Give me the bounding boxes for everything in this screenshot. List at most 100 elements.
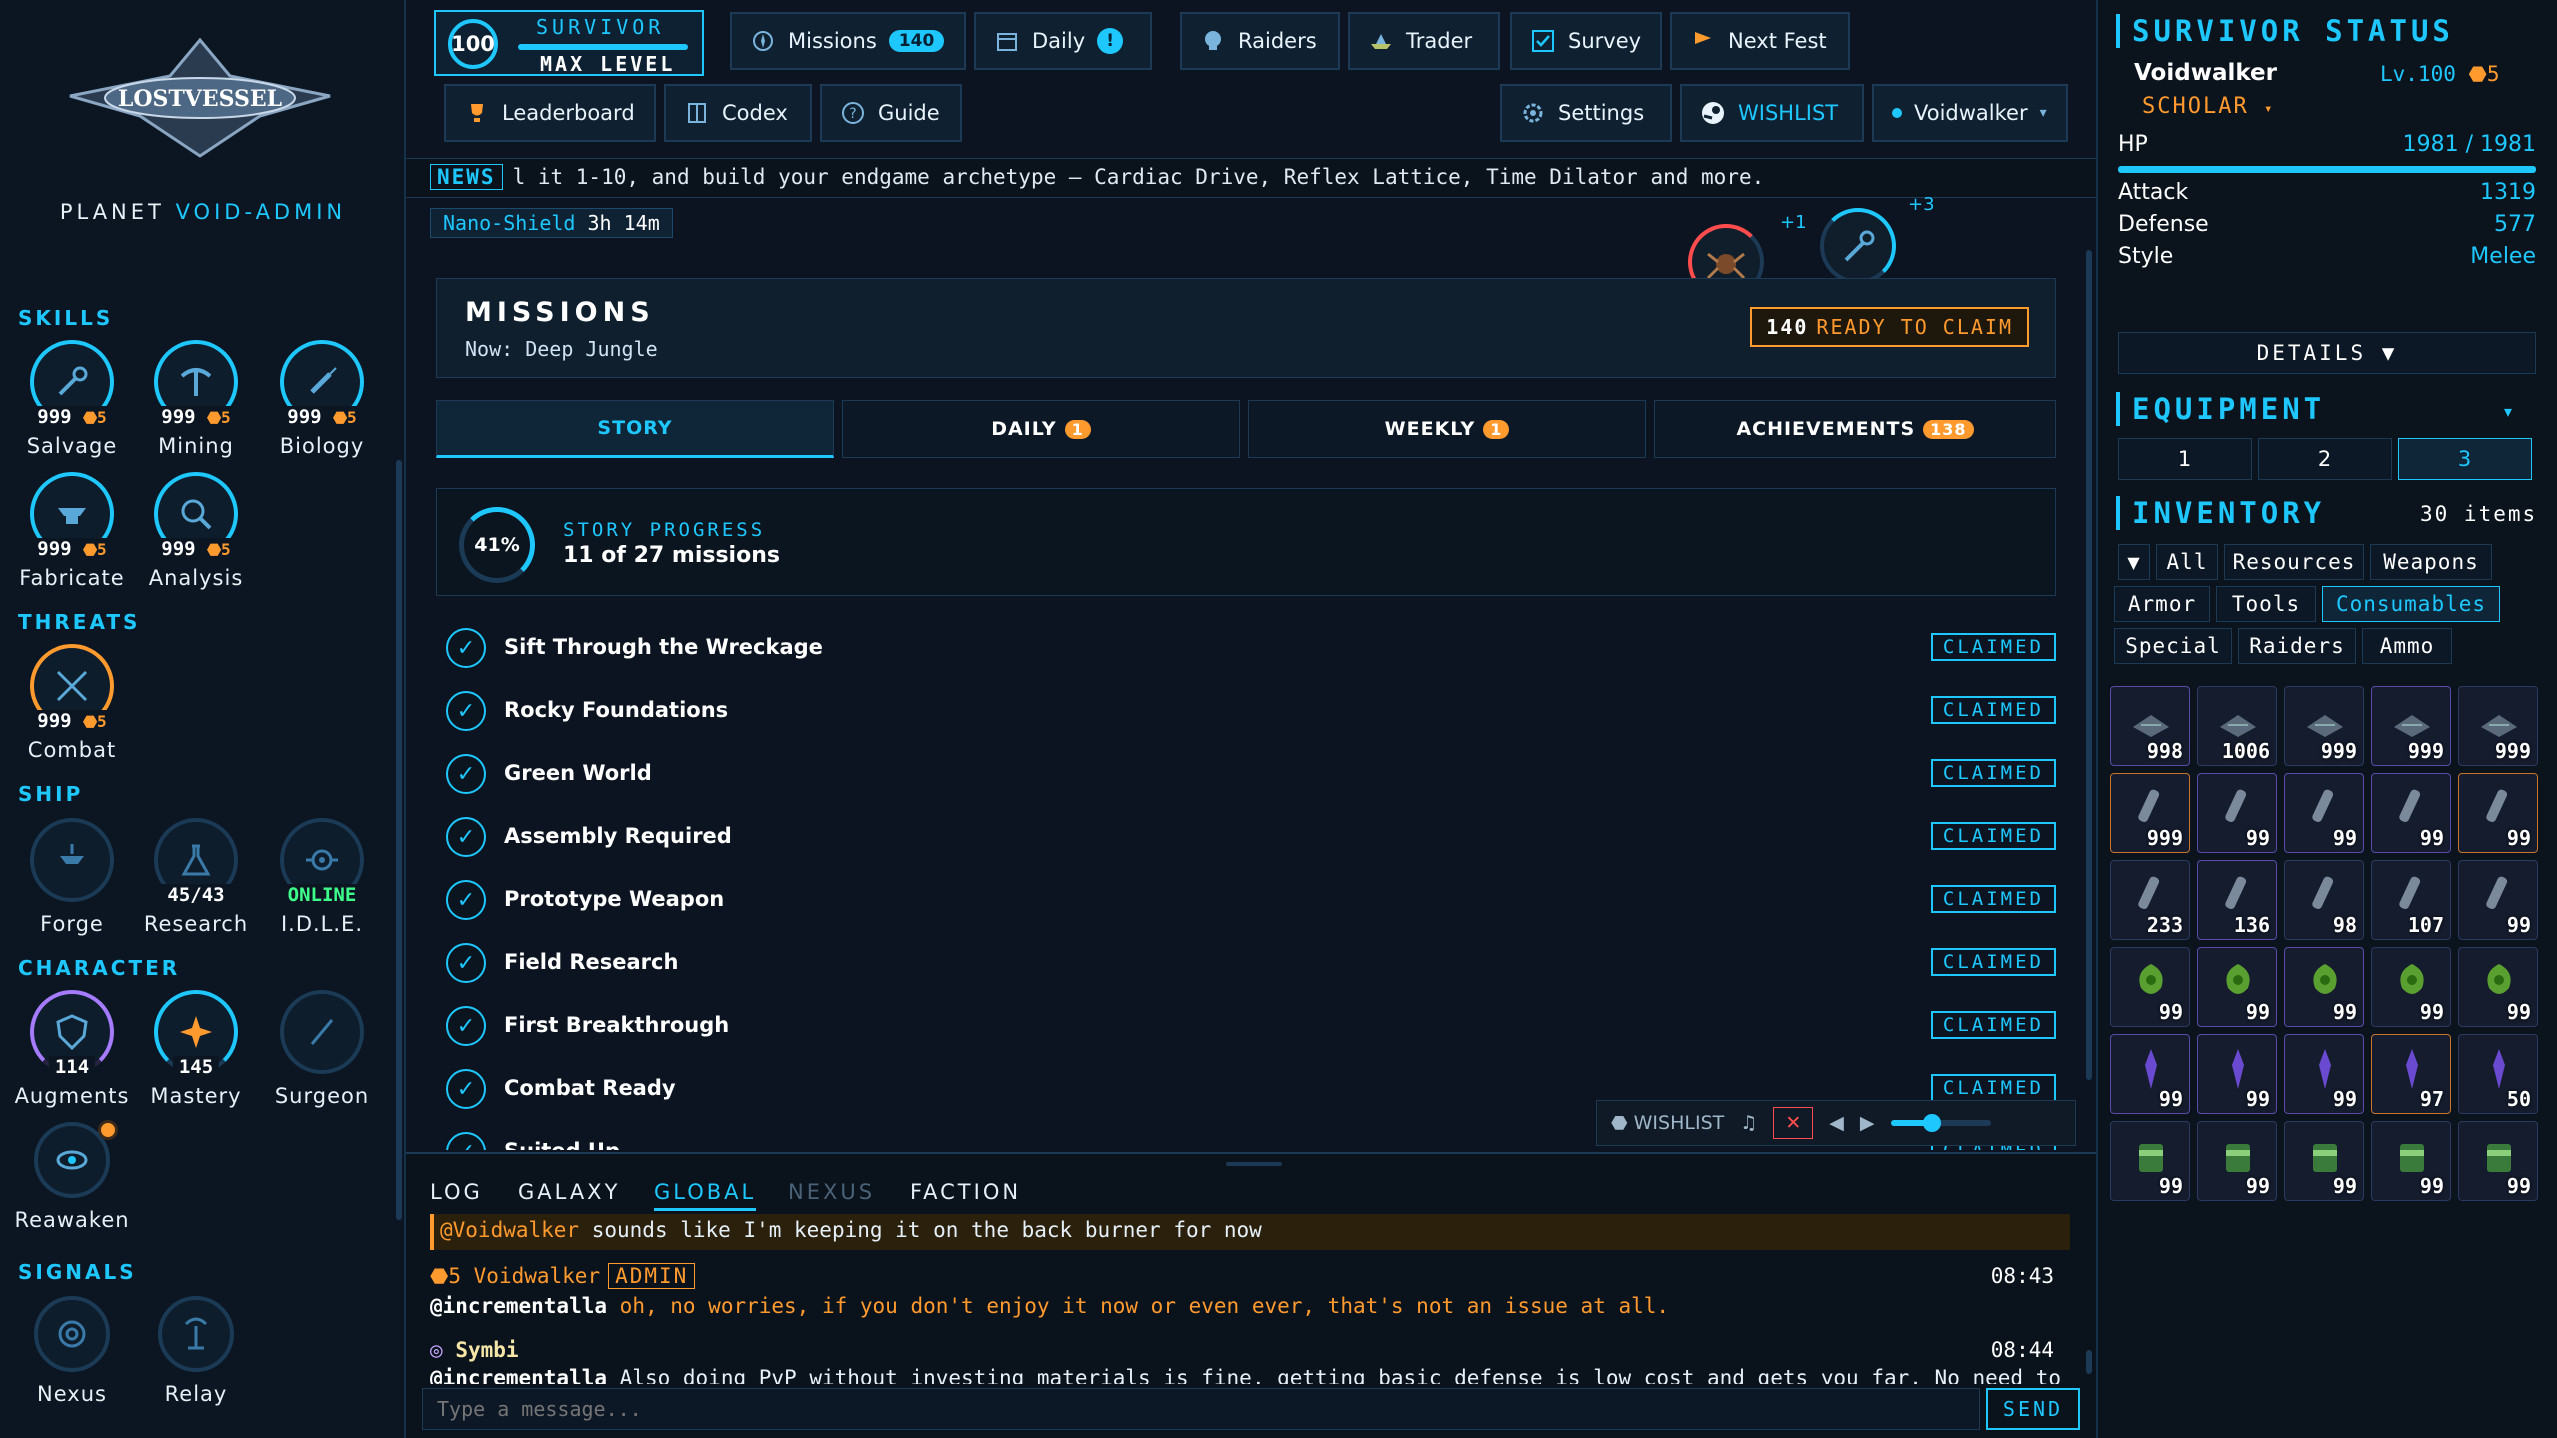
inventory-slot[interactable]: 99 bbox=[2458, 773, 2538, 853]
character-reawaken[interactable]: Reawaken bbox=[12, 1120, 132, 1232]
skill-mining[interactable]: 999 ⬣5 Mining bbox=[136, 340, 256, 458]
signal-nexus[interactable]: Nexus bbox=[12, 1296, 132, 1406]
chat-tab-log[interactable]: LOG bbox=[430, 1180, 483, 1204]
inventory-slot[interactable]: 99 bbox=[2458, 860, 2538, 940]
inventory-slot[interactable]: 999 bbox=[2371, 686, 2451, 766]
skill-biology[interactable]: 999 ⬣5 Biology bbox=[262, 340, 382, 458]
inventory-slot[interactable]: 99 bbox=[2371, 773, 2451, 853]
inventory-slot[interactable]: 99 bbox=[2284, 1121, 2364, 1201]
mission-row[interactable]: ✓ Green World CLAIMED bbox=[436, 742, 2056, 805]
guide-button[interactable]: ? Guide bbox=[820, 84, 962, 142]
inventory-slot[interactable]: 98 bbox=[2284, 860, 2364, 940]
inventory-slot[interactable]: 107 bbox=[2371, 860, 2451, 940]
character-surgeon[interactable]: Surgeon bbox=[262, 990, 382, 1108]
chat-tab-global[interactable]: GLOBAL bbox=[654, 1180, 757, 1211]
mission-row[interactable]: ✓ Sift Through the Wreckage CLAIMED bbox=[436, 616, 2056, 679]
mute-icon[interactable]: ✕ bbox=[1773, 1107, 1814, 1139]
loadout-3[interactable]: 3 bbox=[2398, 438, 2532, 480]
filter-consumables[interactable]: Consumables bbox=[2322, 586, 2500, 622]
mission-row[interactable]: ✓ First Breakthrough CLAIMED bbox=[436, 994, 2056, 1057]
daily-button[interactable]: Daily! bbox=[974, 12, 1152, 70]
mission-row[interactable]: ✓ Rocky Foundations CLAIMED bbox=[436, 679, 2056, 742]
inventory-slot[interactable]: 999 bbox=[2458, 686, 2538, 766]
inventory-slot[interactable]: 99 bbox=[2197, 1034, 2277, 1114]
trader-button[interactable]: Trader bbox=[1348, 12, 1500, 70]
sidebar-scrollbar[interactable] bbox=[396, 460, 402, 1220]
loadout-2[interactable]: 2 bbox=[2258, 438, 2392, 480]
chat-scrollbar[interactable] bbox=[2086, 1350, 2092, 1374]
ship-idle[interactable]: ONLINE I.D.L.E. bbox=[262, 818, 382, 936]
inventory-slot[interactable]: 99 bbox=[2197, 1121, 2277, 1201]
class-selector[interactable]: SCHOLAR ▾ bbox=[2142, 94, 2274, 119]
filter-special[interactable]: Special bbox=[2114, 628, 2232, 664]
threat-combat[interactable]: 999 ⬣5 Combat bbox=[12, 644, 132, 762]
inventory-slot[interactable]: 99 bbox=[2110, 1034, 2190, 1114]
inventory-slot[interactable]: 99 bbox=[2197, 773, 2277, 853]
inventory-slot[interactable]: 998 bbox=[2110, 686, 2190, 766]
user-menu[interactable]: Voidwalker ▾ bbox=[1872, 84, 2068, 142]
codex-button[interactable]: Codex bbox=[664, 84, 812, 142]
filter-all[interactable]: All bbox=[2156, 544, 2218, 580]
inventory-slot[interactable]: 99 bbox=[2371, 947, 2451, 1027]
tab-achievements[interactable]: ACHIEVEMENTS 138 bbox=[1654, 400, 2056, 458]
inventory-slot[interactable]: 99 bbox=[2371, 1121, 2451, 1201]
filter-tools[interactable]: Tools bbox=[2216, 586, 2316, 622]
next-fest-button[interactable]: Next Fest bbox=[1670, 12, 1850, 70]
settings-button[interactable]: Settings bbox=[1500, 84, 1672, 142]
ship-forge[interactable]: Forge bbox=[12, 818, 132, 936]
next-track-icon[interactable]: ▶ bbox=[1860, 1112, 1875, 1134]
raiders-button[interactable]: Raiders bbox=[1180, 12, 1340, 70]
chat-tab-galaxy[interactable]: GALAXY bbox=[518, 1180, 620, 1204]
character-mastery[interactable]: 145 Mastery bbox=[136, 990, 256, 1108]
send-button[interactable]: SEND bbox=[1986, 1388, 2080, 1430]
filter-armor[interactable]: Armor bbox=[2114, 586, 2210, 622]
missions-scrollbar[interactable] bbox=[2086, 250, 2092, 1080]
skill-salvage[interactable]: 999 ⬣5 Salvage bbox=[12, 340, 132, 458]
level-badge[interactable]: 100 SURVIVOR MAX LEVEL bbox=[434, 10, 704, 76]
inventory-slot[interactable]: 233 bbox=[2110, 860, 2190, 940]
previous-track-icon[interactable]: ◀ bbox=[1829, 1112, 1844, 1134]
skill-fabricate[interactable]: 999 ⬣5 Fabricate bbox=[12, 472, 132, 590]
inventory-slot[interactable]: 99 bbox=[2110, 1121, 2190, 1201]
filter-toggle[interactable]: ▼ bbox=[2118, 544, 2150, 580]
chat-input[interactable] bbox=[422, 1388, 1980, 1430]
tab-daily[interactable]: DAILY 1 bbox=[842, 400, 1240, 458]
resize-handle[interactable] bbox=[1226, 1162, 1282, 1166]
inventory-slot[interactable]: 99 bbox=[2284, 773, 2364, 853]
inventory-slot[interactable]: 99 bbox=[2284, 1034, 2364, 1114]
inventory-slot[interactable]: 99 bbox=[2458, 1121, 2538, 1201]
signal-relay[interactable]: Relay bbox=[136, 1296, 256, 1406]
wishlist-mini-link[interactable]: ⬣ WISHLIST bbox=[1611, 1112, 1724, 1134]
volume-slider[interactable] bbox=[1890, 1114, 1991, 1132]
music-note-icon[interactable]: ♫ bbox=[1740, 1112, 1757, 1134]
inventory-slot[interactable]: 97 bbox=[2371, 1034, 2451, 1114]
chat-tab-faction[interactable]: FACTION bbox=[910, 1180, 1021, 1204]
leaderboard-button[interactable]: Leaderboard bbox=[444, 84, 656, 142]
inventory-slot[interactable]: 136 bbox=[2197, 860, 2277, 940]
skill-analysis[interactable]: 999 ⬣5 Analysis bbox=[136, 472, 256, 590]
loadout-1[interactable]: 1 bbox=[2118, 438, 2252, 480]
mission-row[interactable]: ✓ Prototype Weapon CLAIMED bbox=[436, 868, 2056, 931]
chat-tab-nexus[interactable]: NEXUS bbox=[788, 1180, 875, 1204]
ship-research[interactable]: 45/43 Research bbox=[136, 818, 256, 936]
survey-button[interactable]: Survey bbox=[1510, 12, 1662, 70]
tab-story[interactable]: STORY bbox=[436, 400, 834, 458]
filter-raiders[interactable]: Raiders bbox=[2238, 628, 2356, 664]
inventory-slot[interactable]: 99 bbox=[2458, 947, 2538, 1027]
details-button[interactable]: DETAILS ▼ bbox=[2118, 332, 2536, 374]
chevron-down-icon[interactable]: ▾ bbox=[2504, 402, 2512, 421]
filter-ammo[interactable]: Ammo bbox=[2362, 628, 2452, 664]
missions-button[interactable]: Missions 140 bbox=[730, 12, 966, 70]
mission-row[interactable]: ✓ Field Research CLAIMED bbox=[436, 931, 2056, 994]
mission-row[interactable]: ✓ Assembly Required CLAIMED bbox=[436, 805, 2056, 868]
inventory-slot[interactable]: 999 bbox=[2284, 686, 2364, 766]
tab-weekly[interactable]: WEEKLY 1 bbox=[1248, 400, 1646, 458]
wishlist-button[interactable]: WISHLIST bbox=[1680, 84, 1864, 142]
claim-all-button[interactable]: 140 READY TO CLAIM bbox=[1750, 307, 2029, 347]
character-augments[interactable]: 114 Augments bbox=[12, 990, 132, 1108]
inventory-slot[interactable]: 99 bbox=[2110, 947, 2190, 1027]
inventory-slot[interactable]: 50 bbox=[2458, 1034, 2538, 1114]
inventory-slot[interactable]: 99 bbox=[2197, 947, 2277, 1027]
inventory-slot[interactable]: 999 bbox=[2110, 773, 2190, 853]
filter-resources[interactable]: Resources bbox=[2224, 544, 2364, 580]
